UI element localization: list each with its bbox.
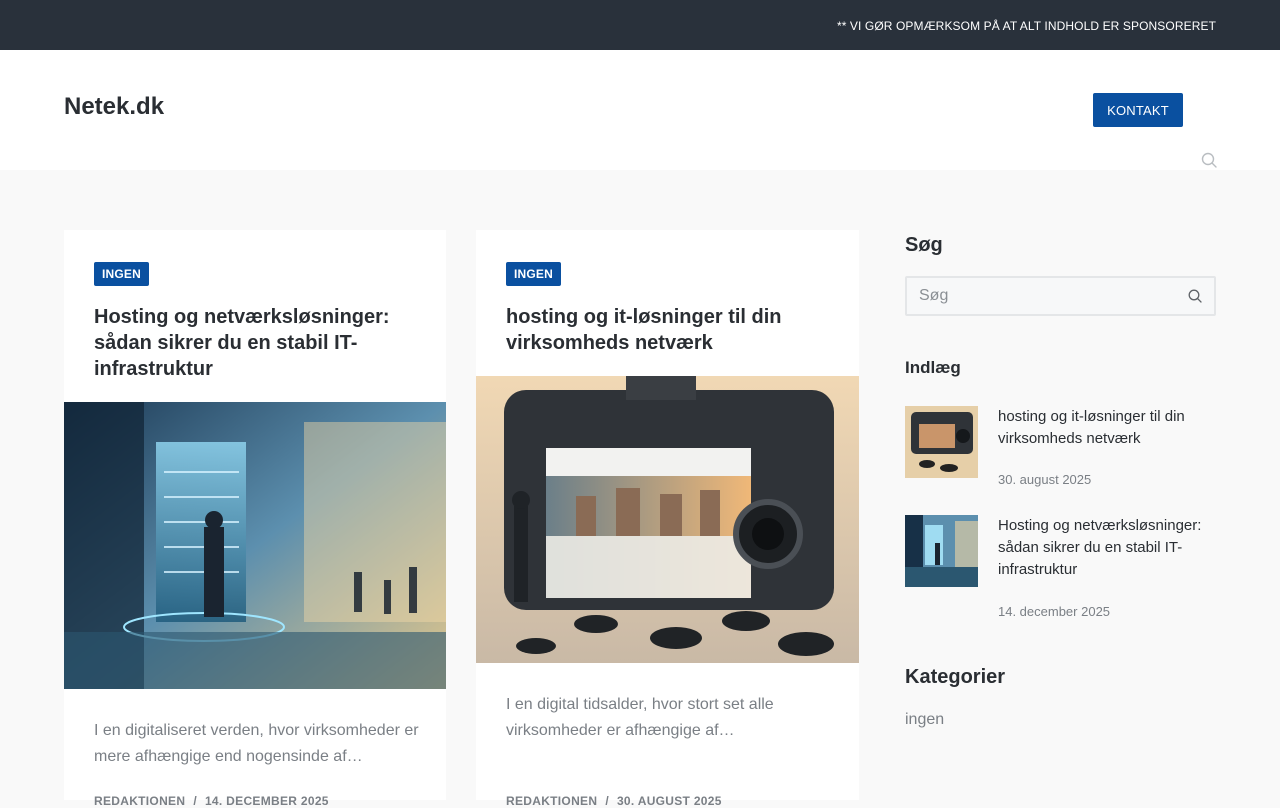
sidebar-categories-heading: Kategorier bbox=[905, 666, 1006, 688]
sidebar-post-thumbnail[interactable] bbox=[905, 406, 978, 478]
post-featured-image[interactable] bbox=[476, 376, 859, 663]
contact-button[interactable]: KONTAKT bbox=[1093, 93, 1183, 127]
site-header: Netek.dk KONTAKT bbox=[0, 50, 1280, 170]
post-featured-image[interactable] bbox=[64, 402, 446, 689]
post-title[interactable]: Hosting og netværksløsninger: sådan sikr… bbox=[94, 304, 424, 382]
category-link-ingen[interactable]: ingen bbox=[905, 711, 944, 729]
top-notice-bar: ** VI GØR OPMÆRKSOM PÅ AT ALT INDHOLD ER… bbox=[0, 0, 1280, 50]
sidebar-post-thumbnail[interactable] bbox=[905, 515, 978, 587]
sidebar-post-title[interactable]: Hosting og netværksløsninger: sådan sikr… bbox=[998, 515, 1216, 581]
search-input[interactable] bbox=[907, 278, 1177, 314]
post-date: 14. DECEMBER 2025 bbox=[204, 794, 329, 808]
sponsored-notice: ** VI GØR OPMÆRKSOM PÅ AT ALT INDHOLD ER… bbox=[836, 19, 1216, 33]
category-badge[interactable]: INGEN bbox=[94, 262, 150, 286]
post-meta: REDAKTIONEN / 14. DECEMBER 2025 bbox=[94, 794, 329, 808]
sidebar-search-heading: Søg bbox=[905, 234, 943, 256]
post-card: INGEN hosting og it-løsninger til din vi… bbox=[476, 230, 859, 808]
meta-separator: / bbox=[193, 794, 197, 808]
sidebar-posts-heading: Indlæg bbox=[905, 358, 961, 377]
post-meta: REDAKTIONEN / 30. AUGUST 2025 bbox=[506, 794, 722, 808]
search-icon[interactable] bbox=[1201, 152, 1217, 168]
sidebar-post-date: 30. august 2025 bbox=[998, 472, 1092, 487]
post-excerpt: I en digitaliseret verden, hvor virksomh… bbox=[94, 722, 419, 765]
post-author[interactable]: REDAKTIONEN bbox=[94, 794, 185, 808]
sidebar-post-date: 14. december 2025 bbox=[998, 604, 1111, 619]
sidebar-search-form bbox=[905, 276, 1216, 316]
post-excerpt: I en digital tidsalder, hvor stort set a… bbox=[506, 696, 774, 739]
post-date: 30. AUGUST 2025 bbox=[616, 794, 722, 808]
site-logo[interactable]: Netek.dk bbox=[64, 93, 164, 121]
search-icon[interactable] bbox=[1188, 289, 1202, 303]
post-title[interactable]: hosting og it-løsninger til din virksomh… bbox=[506, 304, 836, 356]
meta-separator: / bbox=[605, 794, 609, 808]
post-card: INGEN Hosting og netværksløsninger: såda… bbox=[64, 230, 446, 808]
category-badge[interactable]: INGEN bbox=[506, 262, 562, 286]
sidebar-post-title[interactable]: hosting og it-løsninger til din virksomh… bbox=[998, 406, 1216, 450]
post-author[interactable]: REDAKTIONEN bbox=[506, 794, 597, 808]
